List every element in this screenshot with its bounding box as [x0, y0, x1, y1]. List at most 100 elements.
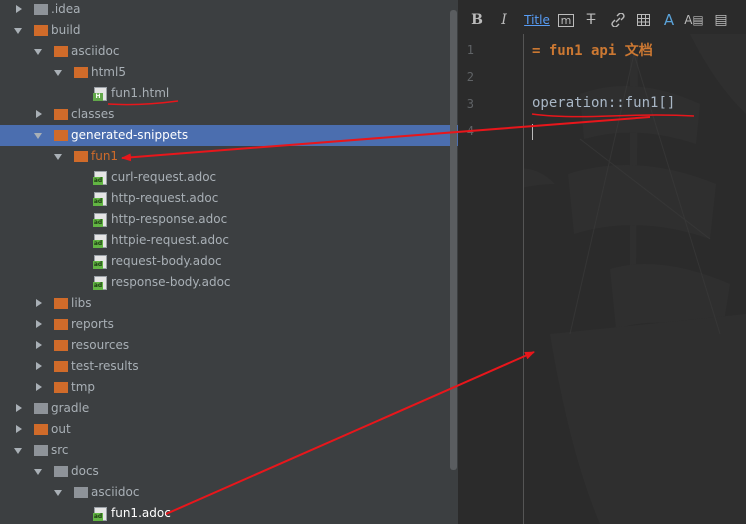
tree-folder-row[interactable]: test-results: [0, 356, 458, 377]
monospace-button[interactable]: m: [558, 14, 574, 27]
tree-file-row[interactable]: ad http-request.adoc: [0, 188, 458, 209]
tree-scrollbar[interactable]: [450, 10, 457, 470]
adoc-file-icon: ad: [93, 171, 107, 185]
file-type-badge: ad: [93, 198, 103, 206]
line-number: 4: [466, 124, 474, 138]
folder-icon: [74, 487, 88, 498]
file-type-badge: ad: [93, 219, 103, 227]
tree-folder-row[interactable]: docs: [0, 461, 458, 482]
expand-arrow-down-icon[interactable]: [34, 461, 44, 482]
tree-item-label: out: [51, 422, 71, 436]
tree-item-label: libs: [71, 296, 92, 310]
tree-folder-row[interactable]: resources: [0, 335, 458, 356]
tree-item-label: tmp: [71, 380, 96, 394]
tree-file-row[interactable]: ad httpie-request.adoc: [0, 230, 458, 251]
folder-icon: [54, 298, 68, 309]
tree-file-row[interactable]: ad curl-request.adoc: [0, 167, 458, 188]
expand-arrow-down-icon[interactable]: [14, 440, 24, 461]
folder-icon: [74, 67, 88, 78]
tree-item-label: fun1.adoc: [111, 506, 171, 520]
tree-folder-row[interactable]: gradle: [0, 398, 458, 419]
tree-file-row[interactable]: ad response-body.adoc: [0, 272, 458, 293]
title-button[interactable]: Title: [524, 10, 550, 30]
tree-item-label: test-results: [71, 359, 139, 373]
expand-arrow-down-icon[interactable]: [34, 125, 44, 146]
line-number: 2: [466, 70, 474, 84]
folder-icon: [54, 109, 68, 120]
tree-folder-row[interactable]: generated-snippets: [0, 125, 458, 146]
code-line-heading[interactable]: = fun1 api 文档: [532, 40, 653, 60]
code-block-icon[interactable]: A▤: [684, 10, 704, 30]
tree-file-row[interactable]: ad request-body.adoc: [0, 251, 458, 272]
folder-icon: [34, 403, 48, 414]
text-caret: [532, 124, 533, 140]
tree-file-row[interactable]: ad fun1.adoc: [0, 503, 458, 524]
editor-toolbar: B I Title m T A A▤ ▤: [460, 8, 746, 32]
gutter-separator: [523, 34, 524, 524]
expand-arrow-right-icon[interactable]: [34, 314, 44, 335]
expand-arrow-right-icon[interactable]: [34, 377, 44, 398]
tree-item-label: fun1: [91, 149, 119, 163]
tree-item-label: html5: [91, 65, 126, 79]
adoc-file-icon: ad: [93, 255, 107, 269]
tree-item-label: reports: [71, 317, 114, 331]
tree-item-label: curl-request.adoc: [111, 170, 217, 184]
tree-item-label: request-body.adoc: [111, 254, 222, 268]
tree-folder-row[interactable]: .idea: [0, 0, 458, 20]
folder-icon: [34, 4, 48, 15]
tree-folder-row[interactable]: classes: [0, 104, 458, 125]
expand-arrow-down-icon[interactable]: [54, 482, 64, 503]
tree-item-label: response-body.adoc: [111, 275, 231, 289]
adoc-file-icon: ad: [93, 276, 107, 290]
tree-item-label: fun1.html: [111, 86, 170, 100]
file-type-badge: ad: [93, 177, 103, 185]
bold-button[interactable]: B: [470, 10, 484, 30]
expand-arrow-right-icon[interactable]: [34, 104, 44, 125]
folder-icon: [54, 340, 68, 351]
tree-file-row[interactable]: Hfun1.html: [0, 83, 458, 104]
expand-arrow-down-icon[interactable]: [14, 20, 24, 41]
adoc-file-icon: ad: [93, 213, 107, 227]
tree-folder-row[interactable]: libs: [0, 293, 458, 314]
adoc-file-icon: ad: [93, 234, 107, 248]
expand-arrow-down-icon[interactable]: [54, 62, 64, 83]
expand-arrow-right-icon[interactable]: [34, 293, 44, 314]
image-icon[interactable]: A: [662, 10, 676, 30]
strikethrough-button[interactable]: T: [584, 10, 598, 30]
tree-item-label: httpie-request.adoc: [111, 233, 230, 247]
tree-item-label: docs: [71, 464, 99, 478]
tree-folder-row[interactable]: asciidoc: [0, 482, 458, 503]
tree-item-label: gradle: [51, 401, 90, 415]
tree-item-label: asciidoc: [91, 485, 140, 499]
expand-arrow-down-icon[interactable]: [54, 146, 64, 167]
expand-arrow-down-icon[interactable]: [34, 41, 44, 62]
file-type-badge: ad: [93, 282, 103, 290]
link-icon[interactable]: [610, 10, 626, 30]
italic-button[interactable]: I: [498, 10, 510, 30]
expand-arrow-right-icon[interactable]: [14, 0, 24, 20]
tree-folder-row[interactable]: html5: [0, 62, 458, 83]
tree-folder-row[interactable]: src: [0, 440, 458, 461]
tree-file-row[interactable]: ad http-response.adoc: [0, 209, 458, 230]
table-icon[interactable]: [636, 10, 650, 30]
tree-folder-row[interactable]: build: [0, 20, 458, 41]
tree-item-label: http-request.adoc: [111, 191, 219, 205]
tree-folder-row[interactable]: tmp: [0, 377, 458, 398]
expand-arrow-right-icon[interactable]: [14, 419, 24, 440]
folder-icon: [34, 445, 48, 456]
tree-folder-row[interactable]: fun1: [0, 146, 458, 167]
folder-icon: [54, 466, 68, 477]
expand-arrow-right-icon[interactable]: [34, 356, 44, 377]
tree-folder-row[interactable]: asciidoc: [0, 41, 458, 62]
tree-folder-row[interactable]: out: [0, 419, 458, 440]
book-icon[interactable]: ▤: [714, 10, 728, 30]
tree-item-label: resources: [71, 338, 130, 352]
tree-item-label: .idea: [51, 2, 81, 16]
tree-folder-row[interactable]: reports: [0, 314, 458, 335]
folder-icon: [74, 151, 88, 162]
folder-icon: [54, 361, 68, 372]
expand-arrow-right-icon[interactable]: [34, 335, 44, 356]
expand-arrow-right-icon[interactable]: [14, 398, 24, 419]
code-line-operation[interactable]: operation::fun1[]: [532, 95, 675, 111]
file-type-badge: ad: [93, 513, 103, 521]
